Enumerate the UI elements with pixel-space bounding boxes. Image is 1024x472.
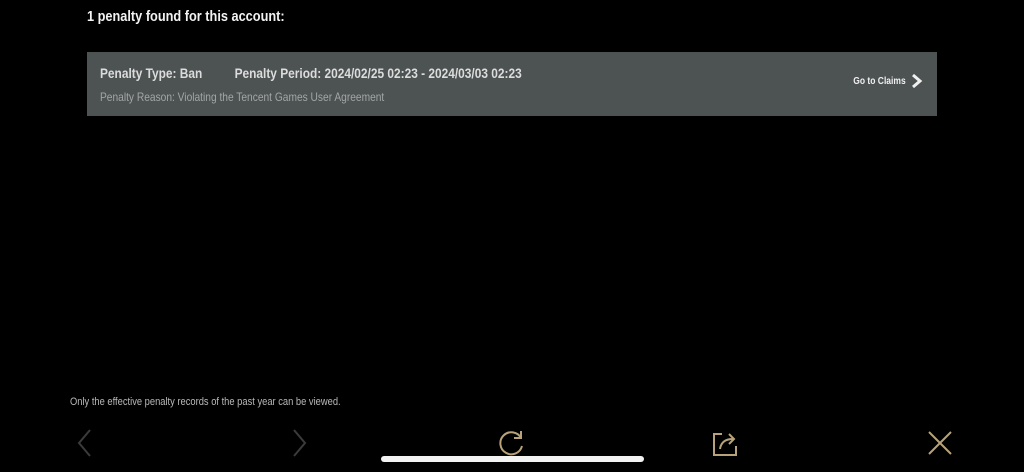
penalty-summary: Penalty Type: Ban Penalty Period: 2024/02…: [100, 65, 522, 81]
home-indicator[interactable]: [381, 456, 644, 462]
page-title: 1 penalty found for this account:: [87, 8, 285, 25]
close-button[interactable]: [923, 428, 957, 462]
share-icon: [710, 428, 740, 463]
records-note: Only the effective penalty records of th…: [70, 396, 341, 408]
close-icon: [925, 428, 955, 463]
back-arrow-icon: [75, 428, 95, 463]
forward-arrow-icon: [289, 428, 309, 463]
forward-button[interactable]: [282, 428, 316, 462]
penalty-card: Penalty Type: Ban Penalty Period: 2024/02…: [87, 52, 937, 116]
share-button[interactable]: [708, 428, 742, 462]
penalty-reason: Penalty Reason: Violating the Tencent Ga…: [100, 90, 385, 104]
chevron-right-icon: [911, 74, 923, 88]
go-to-claims-button[interactable]: Go to Claims: [844, 74, 923, 88]
penalty-type: Penalty Type: Ban: [100, 65, 203, 81]
back-button[interactable]: [68, 428, 102, 462]
penalty-period: Penalty Period: 2024/02/25 02:23 - 2024/…: [234, 65, 522, 81]
go-to-claims-label: Go to Claims: [853, 75, 906, 87]
